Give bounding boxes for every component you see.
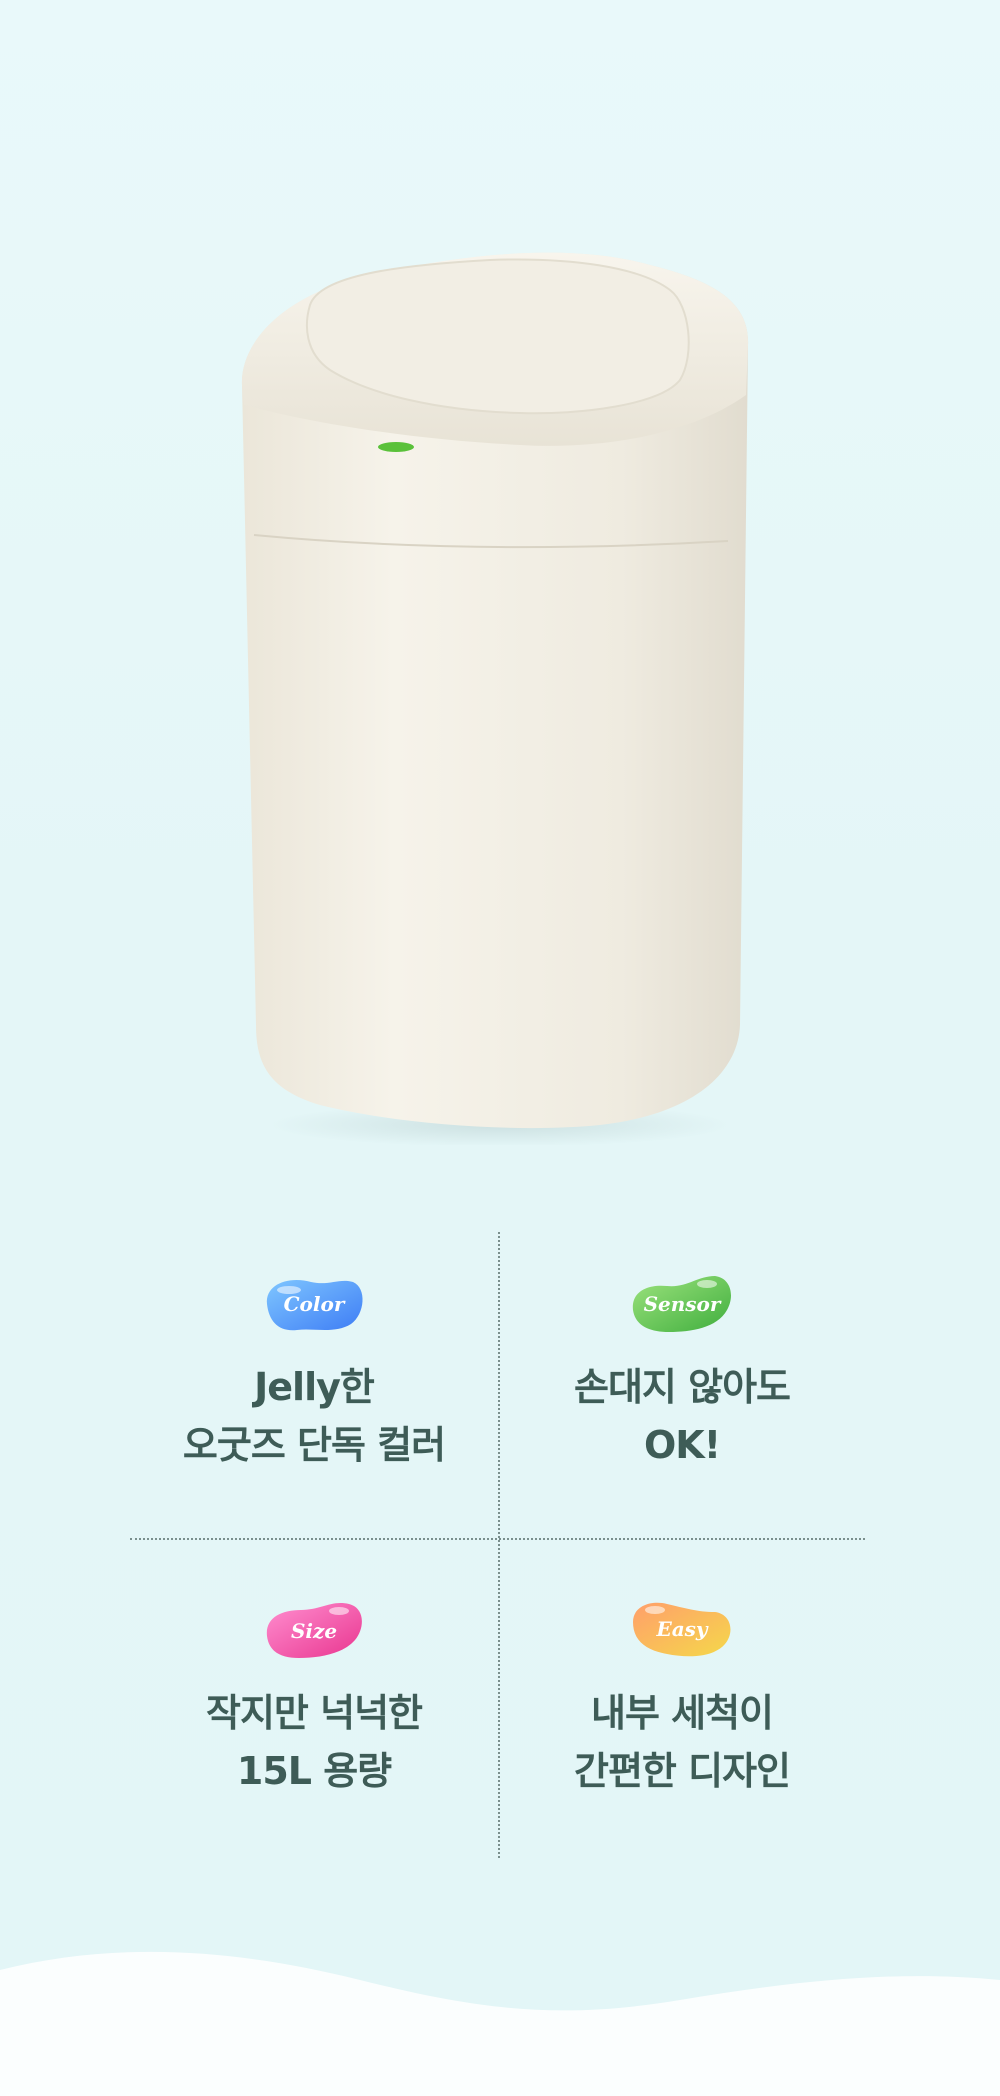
- feature-title: 작지만 넉넉한 15L 용량: [130, 1684, 498, 1800]
- green-jellybean-icon: Sensor: [632, 1276, 731, 1332]
- product-detail-page: Color Jelly한 오굿즈 단독 컬러 Sensor 손대지 않아도 OK…: [0, 0, 1000, 2096]
- badge-label: Sensor: [644, 1292, 722, 1316]
- feature-title: 손대지 않아도 OK!: [498, 1358, 866, 1474]
- yellow-orange-jellybean-icon: Easy: [633, 1602, 731, 1657]
- feature-size: Size 작지만 넉넉한 15L 용량: [130, 1596, 498, 1800]
- horizontal-divider: [130, 1538, 865, 1540]
- badge-label: Easy: [655, 1617, 708, 1641]
- feature-title-line2: OK!: [643, 1423, 721, 1467]
- blue-jellybean-icon: Color: [266, 1280, 363, 1331]
- feature-title-line2: 15L 용량: [236, 1749, 392, 1793]
- badge-label: Color: [284, 1292, 346, 1316]
- product-image-trash-can: [241, 252, 749, 1145]
- feature-title-line1: 작지만 넉넉한: [206, 1691, 423, 1735]
- feature-title-line1: 손대지 않아도: [574, 1365, 791, 1409]
- feature-title: 내부 세척이 간편한 디자인: [498, 1684, 866, 1800]
- feature-color: Color Jelly한 오굿즈 단독 컬러: [130, 1270, 498, 1474]
- feature-title-line2: 간편한 디자인: [574, 1749, 791, 1793]
- feature-title-line1: 내부 세척이: [590, 1691, 774, 1735]
- feature-title-line2: 오굿즈 단독 컬러: [182, 1423, 446, 1467]
- badge-label: Size: [291, 1619, 337, 1643]
- feature-title-line1: Jelly한: [254, 1365, 375, 1409]
- feature-easy: Easy 내부 세척이 간편한 디자인: [498, 1596, 866, 1800]
- bottom-wave-decoration: [0, 1951, 1000, 2096]
- feature-title: Jelly한 오굿즈 단독 컬러: [130, 1358, 498, 1474]
- pink-jellybean-icon: Size: [266, 1603, 362, 1658]
- feature-sensor: Sensor 손대지 않아도 OK!: [498, 1270, 866, 1474]
- feature-grid: Color Jelly한 오굿즈 단독 컬러 Sensor 손대지 않아도 OK…: [130, 1232, 865, 1858]
